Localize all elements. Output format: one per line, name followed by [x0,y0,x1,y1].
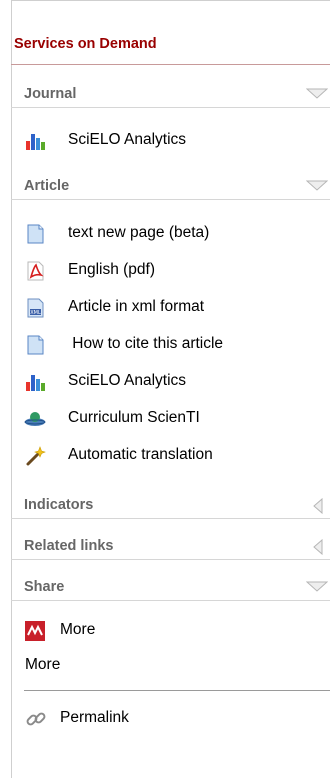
permalink-label: Permalink [60,709,129,726]
share-more-text-link[interactable]: More [25,656,60,674]
page-icon [27,335,44,355]
article-xml-format-label: Article in xml format [68,298,205,315]
share-divider [24,690,330,691]
section-article-label: Article [24,178,70,194]
article-scielo-analytics-label: SciELO Analytics [68,372,187,389]
article-how-to-cite-label: How to cite this article [68,335,224,352]
section-article[interactable]: Article [11,172,330,200]
curriculum-icon [24,412,46,426]
section-indicators[interactable]: Indicators [11,491,330,519]
section-share-label: Share [24,579,65,595]
bar-chart-icon [26,134,45,150]
section-share[interactable]: Share [11,573,330,601]
chevron-down-icon[interactable] [306,180,328,192]
section-related-links-label: Related links [24,538,114,554]
svg-text:XML: XML [30,310,41,316]
services-title: Services on Demand [14,36,157,52]
share-more-label: More [60,621,96,638]
article-curriculum-scienti-label: Curriculum ScienTI [68,409,200,426]
section-related-links[interactable]: Related links [11,532,330,560]
article-text-new-page-label: text new page (beta) [68,224,210,241]
share-logo-icon [25,621,45,641]
xml-icon: XML [27,298,44,318]
section-journal-label: Journal [24,86,77,102]
magic-wand-icon [26,446,46,466]
journal-scielo-analytics-label: SciELO Analytics [68,131,187,148]
chevron-left-icon[interactable] [312,498,324,514]
bar-chart-icon [26,375,45,391]
article-english-pdf-label: English (pdf) [68,261,156,278]
section-indicators-label: Indicators [24,497,94,513]
pdf-icon [27,261,44,281]
article-automatic-translation-label: Automatic translation [68,446,213,463]
chevron-down-icon[interactable] [306,581,328,593]
link-chain-icon [26,712,46,726]
chevron-left-icon[interactable] [312,539,324,555]
page-icon [27,224,44,244]
title-divider [11,64,330,65]
section-journal[interactable]: Journal [11,80,330,108]
chevron-down-icon[interactable] [306,88,328,100]
